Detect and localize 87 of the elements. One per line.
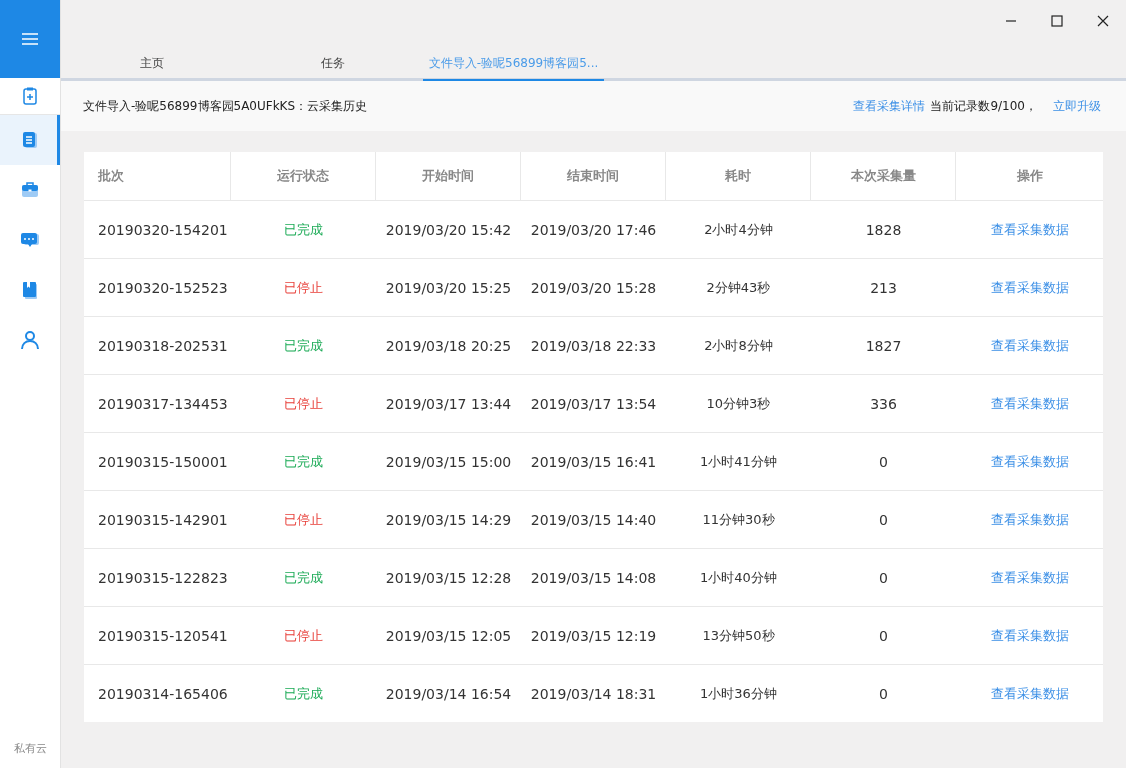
table-cell-text: 213 <box>869 278 898 298</box>
user-icon <box>20 330 40 350</box>
column-header: 耗时 <box>666 152 811 200</box>
table-cell-text: 2019/03/14 18:31 <box>529 684 658 704</box>
page-title: 文件导入-验呢56899博客园5A0UFkKS：云采集历史 <box>83 97 368 115</box>
table-cell-text: 1828 <box>864 220 903 240</box>
table-cell-text: 2小时4分钟 <box>703 220 774 239</box>
briefcase-icon <box>20 180 40 200</box>
table-cell-text: 2019/03/15 14:08 <box>529 568 658 588</box>
table-cell-text: 20190320-154201 <box>97 220 229 240</box>
sidebar-footer-label: 私有云 <box>12 741 48 757</box>
view-data-link[interactable]: 查看采集数据 <box>990 510 1069 529</box>
status-cell-text: 已停止 <box>283 278 324 297</box>
view-data-link[interactable]: 查看采集数据 <box>990 336 1069 355</box>
details-link[interactable]: 查看采集详情 <box>853 97 926 115</box>
column-header: 操作 <box>1015 167 1044 185</box>
table-cell-text: 2019/03/18 22:33 <box>529 336 658 356</box>
table-cell-text: 2019/03/20 15:42 <box>384 220 513 240</box>
table-cell-text: 2小时8分钟 <box>703 336 774 355</box>
table-cell-text: 2019/03/17 13:54 <box>529 394 658 414</box>
menu-button[interactable] <box>0 0 60 78</box>
column-header: 本次采集量 <box>811 152 956 200</box>
table-cell-text: 0 <box>878 568 889 588</box>
table-cell-text: 2019/03/17 13:44 <box>384 394 513 414</box>
view-data-link[interactable]: 查看采集数据 <box>990 278 1069 297</box>
view-data-link[interactable]: 查看采集数据 <box>990 220 1069 239</box>
table-cell-text: 2分钟43秒 <box>705 278 772 297</box>
status-cell-text: 已停止 <box>283 510 324 529</box>
table-cell-text: 20190315-142901 <box>97 510 229 530</box>
column-header: 开始时间 <box>376 152 521 200</box>
table-cell-text: 2019/03/15 12:05 <box>384 626 513 646</box>
close-icon <box>1097 15 1109 27</box>
table-cell-text: 2019/03/15 12:19 <box>529 626 658 646</box>
table-cell-text: 13分钟50秒 <box>701 626 776 645</box>
view-data-link[interactable]: 查看采集数据 <box>990 684 1069 703</box>
document-icon <box>20 130 40 150</box>
table-cell-text: 2019/03/15 15:00 <box>384 452 513 472</box>
table-cell-text: 2019/03/20 15:28 <box>529 278 658 298</box>
view-data-link[interactable]: 查看采集数据 <box>990 452 1069 471</box>
table-cell-text: 11分钟30秒 <box>701 510 776 529</box>
table-cell-text: 20190320-152523 <box>97 278 229 298</box>
table-cell-text: 2019/03/18 20:25 <box>384 336 513 356</box>
table-cell-text: 2019/03/15 12:28 <box>384 568 513 588</box>
table-cell-text: 2019/03/15 16:41 <box>529 452 658 472</box>
column-header: 批次 <box>84 152 231 200</box>
table-cell-text: 20190318-202531 <box>97 336 229 356</box>
table-cell-text: 1827 <box>864 336 903 356</box>
record-count: 当前记录数9/100， <box>930 97 1037 115</box>
tab[interactable]: 任务 <box>242 48 423 81</box>
table-cell-text: 10分钟3秒 <box>705 394 772 413</box>
table-cell-text: 20190315-122823 <box>97 568 229 588</box>
view-data-link[interactable]: 查看采集数据 <box>990 626 1069 645</box>
status-cell-text: 已完成 <box>283 452 324 471</box>
table-cell-text: 2019/03/14 16:54 <box>384 684 513 704</box>
status-cell-text: 已停止 <box>283 626 324 645</box>
table-cell-text: 2019/03/20 17:46 <box>529 220 658 240</box>
table-cell-text: 0 <box>878 626 889 646</box>
clipboard-icon <box>20 86 40 106</box>
status-cell-text: 已完成 <box>283 220 324 239</box>
table-cell-text: 20190314-165406 <box>97 684 229 704</box>
nav-item[interactable] <box>0 115 60 165</box>
table-cell-text: 2019/03/15 14:40 <box>529 510 658 530</box>
status-cell-text: 已停止 <box>283 394 324 413</box>
table-cell-text: 1小时40分钟 <box>699 568 778 587</box>
table-cell-text: 2019/03/15 14:29 <box>384 510 513 530</box>
tab[interactable]: 主页 <box>61 48 242 81</box>
maximize-icon <box>1051 15 1063 27</box>
view-data-link[interactable]: 查看采集数据 <box>990 394 1069 413</box>
table-cell-text: 20190315-150001 <box>97 452 229 472</box>
status-cell-text: 已完成 <box>283 684 324 703</box>
table-cell-text: 2019/03/20 15:25 <box>384 278 513 298</box>
table-cell-text: 1小时36分钟 <box>699 684 778 703</box>
table-cell-text: 0 <box>878 510 889 530</box>
column-header: 结束时间 <box>521 152 666 200</box>
status-cell-text: 已完成 <box>283 568 324 587</box>
view-data-link[interactable]: 查看采集数据 <box>990 568 1069 587</box>
book-icon <box>20 280 40 300</box>
table-cell-text: 20190315-120541 <box>97 626 229 646</box>
table-cell-text: 336 <box>869 394 898 414</box>
table-cell-text: 20190317-134453 <box>97 394 229 414</box>
table-cell-text: 0 <box>878 452 889 472</box>
table-cell-text: 1小时41分钟 <box>699 452 778 471</box>
table-cell-text: 0 <box>878 684 889 704</box>
column-header: 运行状态 <box>231 152 376 200</box>
status-cell-text: 已完成 <box>283 336 324 355</box>
menu-icon <box>21 33 39 45</box>
upgrade-link[interactable]: 立即升级 <box>1053 97 1101 115</box>
